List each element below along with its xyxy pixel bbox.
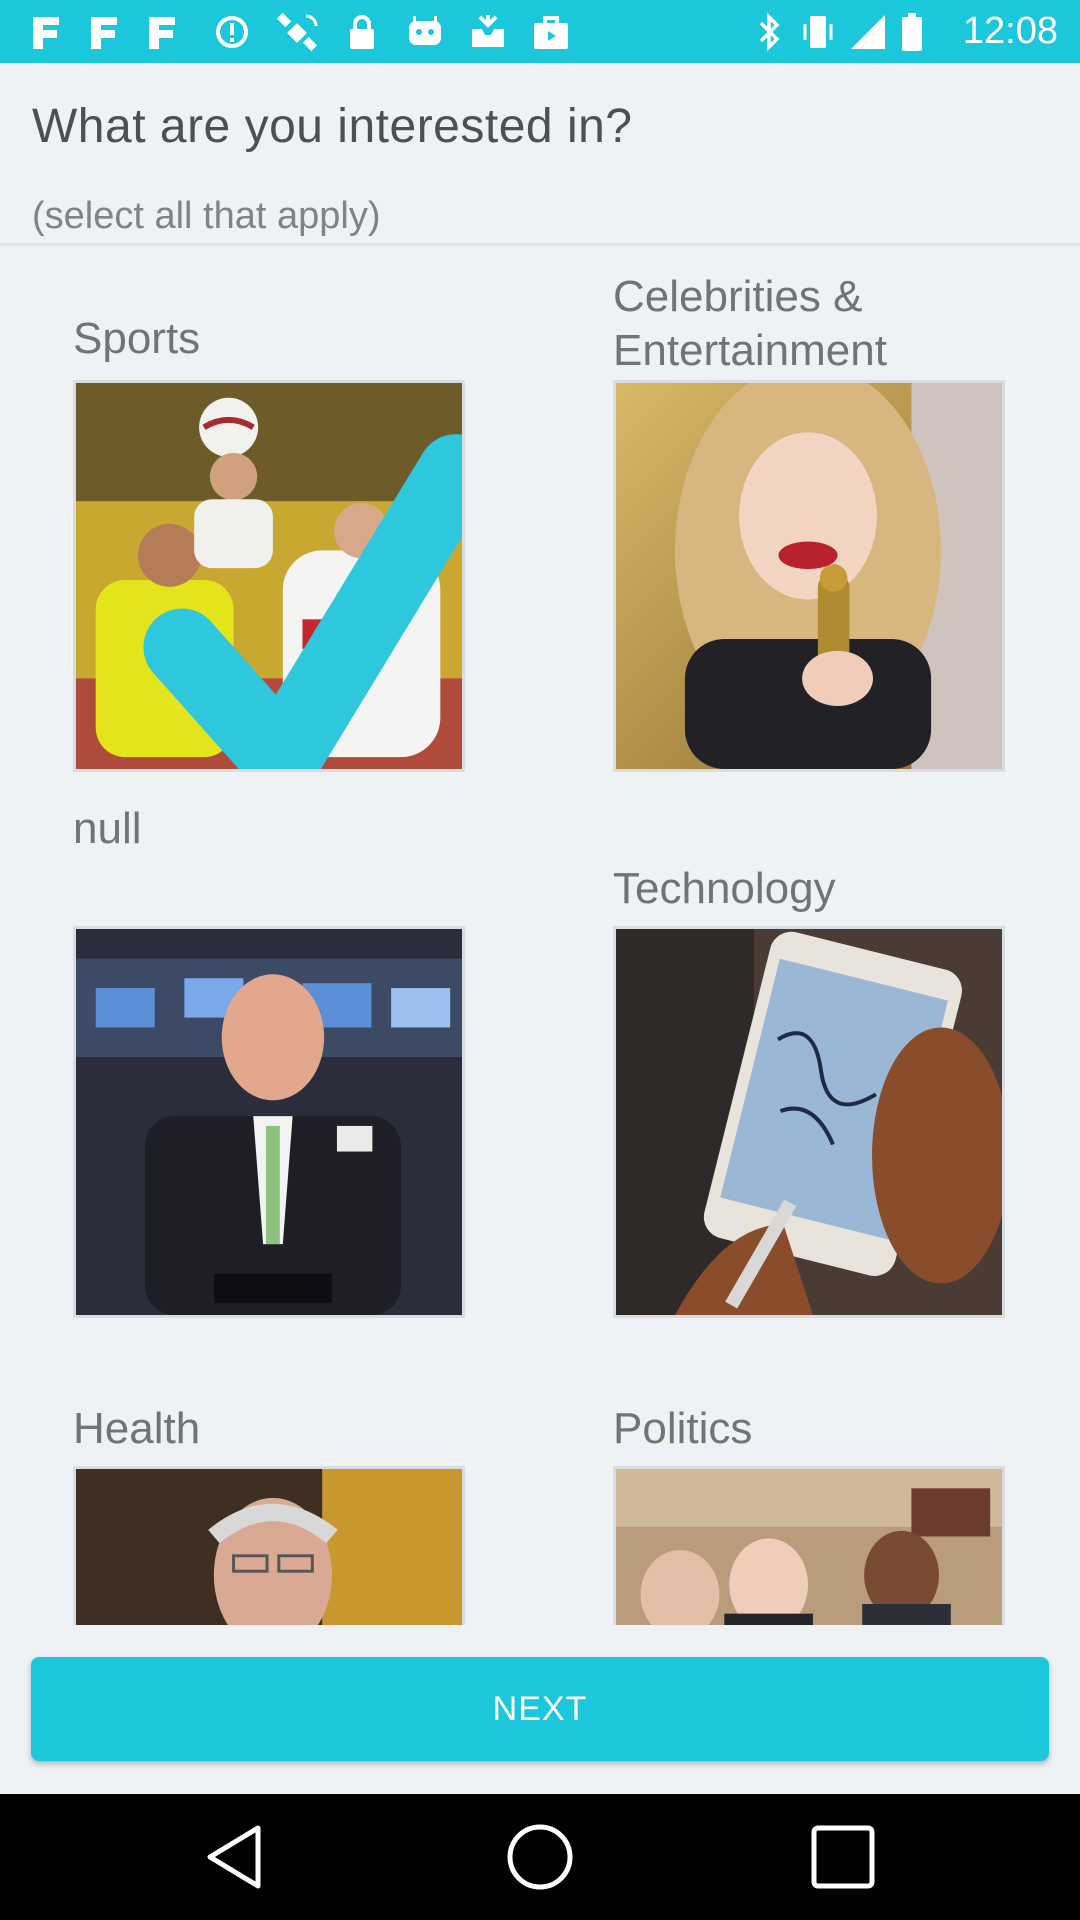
android-icon (404, 12, 446, 52)
briefcase-icon (530, 12, 572, 52)
back-icon[interactable] (200, 1820, 274, 1894)
category-tile-technology[interactable]: Technology (613, 862, 1005, 1324)
facebook-icon (142, 12, 182, 52)
category-tile-health[interactable]: Health (73, 1402, 465, 1625)
next-button[interactable]: NEXT (31, 1657, 1049, 1761)
vibrate-icon (800, 12, 836, 52)
category-tile-celebrities[interactable]: Celebrities & Entertainment (613, 270, 1005, 778)
category-label: Celebrities & Entertainment (613, 272, 887, 375)
signal-icon (848, 12, 888, 52)
navigation-bar (0, 1794, 1080, 1920)
category-label: Health (73, 1404, 201, 1453)
facebook-icon (84, 12, 124, 52)
inbox-icon (466, 12, 510, 52)
status-time: 12:08 (962, 10, 1058, 52)
bluetooth-icon (756, 12, 784, 52)
page-subtitle: (select all that apply) (32, 195, 381, 237)
category-tile-markets[interactable]: null (73, 802, 465, 1324)
battery-icon (898, 12, 926, 52)
category-label: Technology (613, 864, 836, 913)
checkmark-icon (143, 434, 462, 769)
satellite-icon (274, 12, 322, 52)
facebook-icon (26, 12, 66, 52)
celebrity-with-award-image[interactable] (613, 380, 1005, 772)
soccer-players-image[interactable] (73, 380, 465, 772)
recents-icon[interactable] (806, 1820, 880, 1894)
elderly-man-image[interactable] (73, 1466, 465, 1625)
header: What are you interested in? (select all … (0, 63, 1080, 246)
category-label: Politics (613, 1404, 753, 1453)
category-tile-sports[interactable]: Sports (73, 312, 465, 778)
data-saver-icon (212, 12, 252, 52)
category-label: null (73, 804, 142, 853)
category-label: Sports (73, 314, 201, 363)
stock-trader-image[interactable] (73, 926, 465, 1318)
category-tile-politics[interactable]: Politics (613, 1402, 1005, 1625)
interest-grid: Sports Celebrities & Entertainment null … (0, 246, 1080, 1625)
status-bar: 12:08 (0, 0, 1080, 63)
politicians-image[interactable] (613, 1466, 1005, 1625)
page-title: What are you interested in? (32, 100, 633, 153)
home-icon[interactable] (503, 1820, 577, 1894)
smartphone-stylus-image[interactable] (613, 926, 1005, 1318)
lock-icon (344, 12, 380, 52)
